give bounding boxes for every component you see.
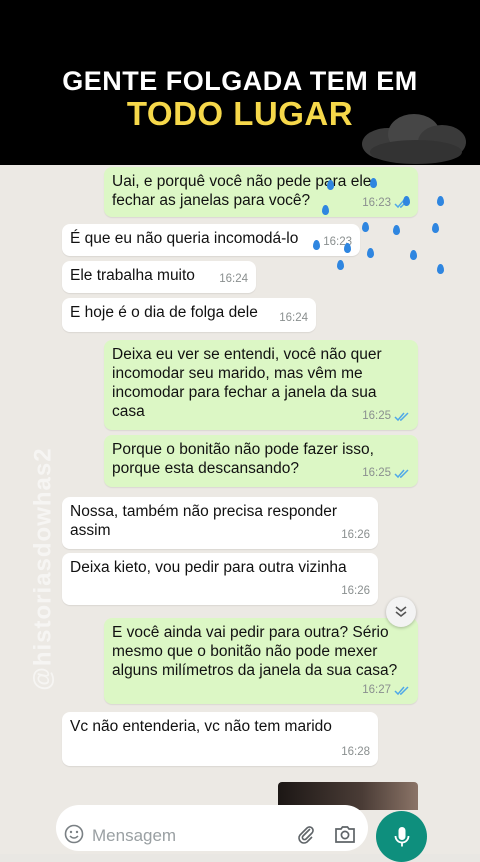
message-bubble-outgoing[interactable]: E você ainda vai pedir para outra? Sério… — [104, 618, 418, 704]
microphone-icon — [394, 826, 409, 846]
message-bubble-incoming[interactable]: Nossa, também não precisa responder assi… — [62, 497, 378, 549]
message-bubble-incoming[interactable]: Vc não entenderia, vc não tem marido 16:… — [62, 712, 378, 766]
rain-drop-icon — [370, 178, 377, 188]
message-time: 16:28 — [341, 746, 370, 758]
rain-drop-icon — [344, 243, 351, 253]
mic-button[interactable] — [376, 811, 427, 862]
message-text: É que eu não queria incomodá-lo — [70, 230, 299, 247]
camera-icon[interactable] — [334, 824, 356, 844]
message-time: 16:23 — [362, 197, 391, 209]
message-meta: 16:24 — [219, 270, 248, 289]
message-bubble-incoming[interactable]: Deixa kieto, vou pedir para outra vizinh… — [62, 553, 378, 605]
storm-cloud-icon — [362, 114, 466, 164]
rain-drop-icon — [393, 225, 400, 235]
message-meta: 16:25 — [362, 464, 410, 483]
message-time: 16:24 — [219, 273, 248, 285]
message-meta: 16:27 — [362, 681, 410, 700]
message-time: 16:26 — [341, 529, 370, 541]
message-input-placeholder: Mensagem — [92, 826, 177, 845]
rain-drop-icon — [337, 260, 344, 270]
rain-drop-icon — [432, 223, 439, 233]
message-bubble-outgoing[interactable]: Deixa eu ver se entendi, você não quer i… — [104, 340, 418, 430]
double-check-icon — [394, 685, 409, 695]
double-check-icon — [394, 411, 409, 421]
rain-drop-icon — [410, 250, 417, 260]
scroll-down-button[interactable] — [386, 597, 416, 627]
message-meta: 16:25 — [362, 407, 410, 426]
message-time: 16:27 — [362, 684, 391, 696]
rain-drop-icon — [437, 264, 444, 274]
message-meta: 16:26 — [341, 582, 370, 601]
message-meta: 16:28 — [341, 743, 370, 762]
rain-drop-icon — [313, 240, 320, 250]
message-time: 16:25 — [362, 467, 391, 479]
message-meta: 16:26 — [341, 526, 370, 545]
rain-drop-icon — [403, 196, 410, 206]
message-text: Deixa kieto, vou pedir para outra vizinh… — [70, 559, 347, 576]
message-time: 16:25 — [362, 410, 391, 422]
watermark-text: @historiasdowhas2 — [29, 447, 57, 691]
message-bubble-incoming[interactable]: E hoje é o dia de folga dele 16:24 — [62, 298, 316, 332]
paperclip-icon[interactable] — [296, 824, 316, 844]
title-line-1: GENTE FOLGADA TEM EM — [62, 66, 418, 96]
chevron-double-down-icon — [395, 606, 407, 618]
message-bubble-outgoing[interactable]: Uai, e porquê você não pede para ele fec… — [104, 167, 418, 217]
message-text: Nossa, também não precisa responder assi… — [70, 503, 338, 539]
chat-area[interactable]: @historiasdowhas2 Uai, e porquê você não… — [0, 165, 480, 810]
rain-drop-icon — [322, 205, 329, 215]
message-bubble-outgoing[interactable]: Porque o bonitão não pode fazer isso, po… — [104, 435, 418, 487]
message-meta: 16:24 — [279, 309, 308, 328]
message-text: E hoje é o dia de folga dele — [70, 304, 258, 321]
rain-drop-icon — [367, 248, 374, 258]
message-text: Vc não entenderia, vc não tem marido — [70, 718, 332, 735]
rain-drop-icon — [362, 222, 369, 232]
emoji-icon[interactable] — [64, 824, 84, 844]
message-time: 16:26 — [341, 585, 370, 597]
message-text: E você ainda vai pedir para outra? Sério… — [112, 624, 398, 679]
rain-drop-icon — [327, 180, 334, 190]
double-check-icon — [394, 468, 409, 478]
message-bubble-incoming[interactable]: Ele trabalha muito 16:24 — [62, 261, 256, 293]
message-time: 16:24 — [279, 312, 308, 324]
rain-drop-icon — [437, 196, 444, 206]
